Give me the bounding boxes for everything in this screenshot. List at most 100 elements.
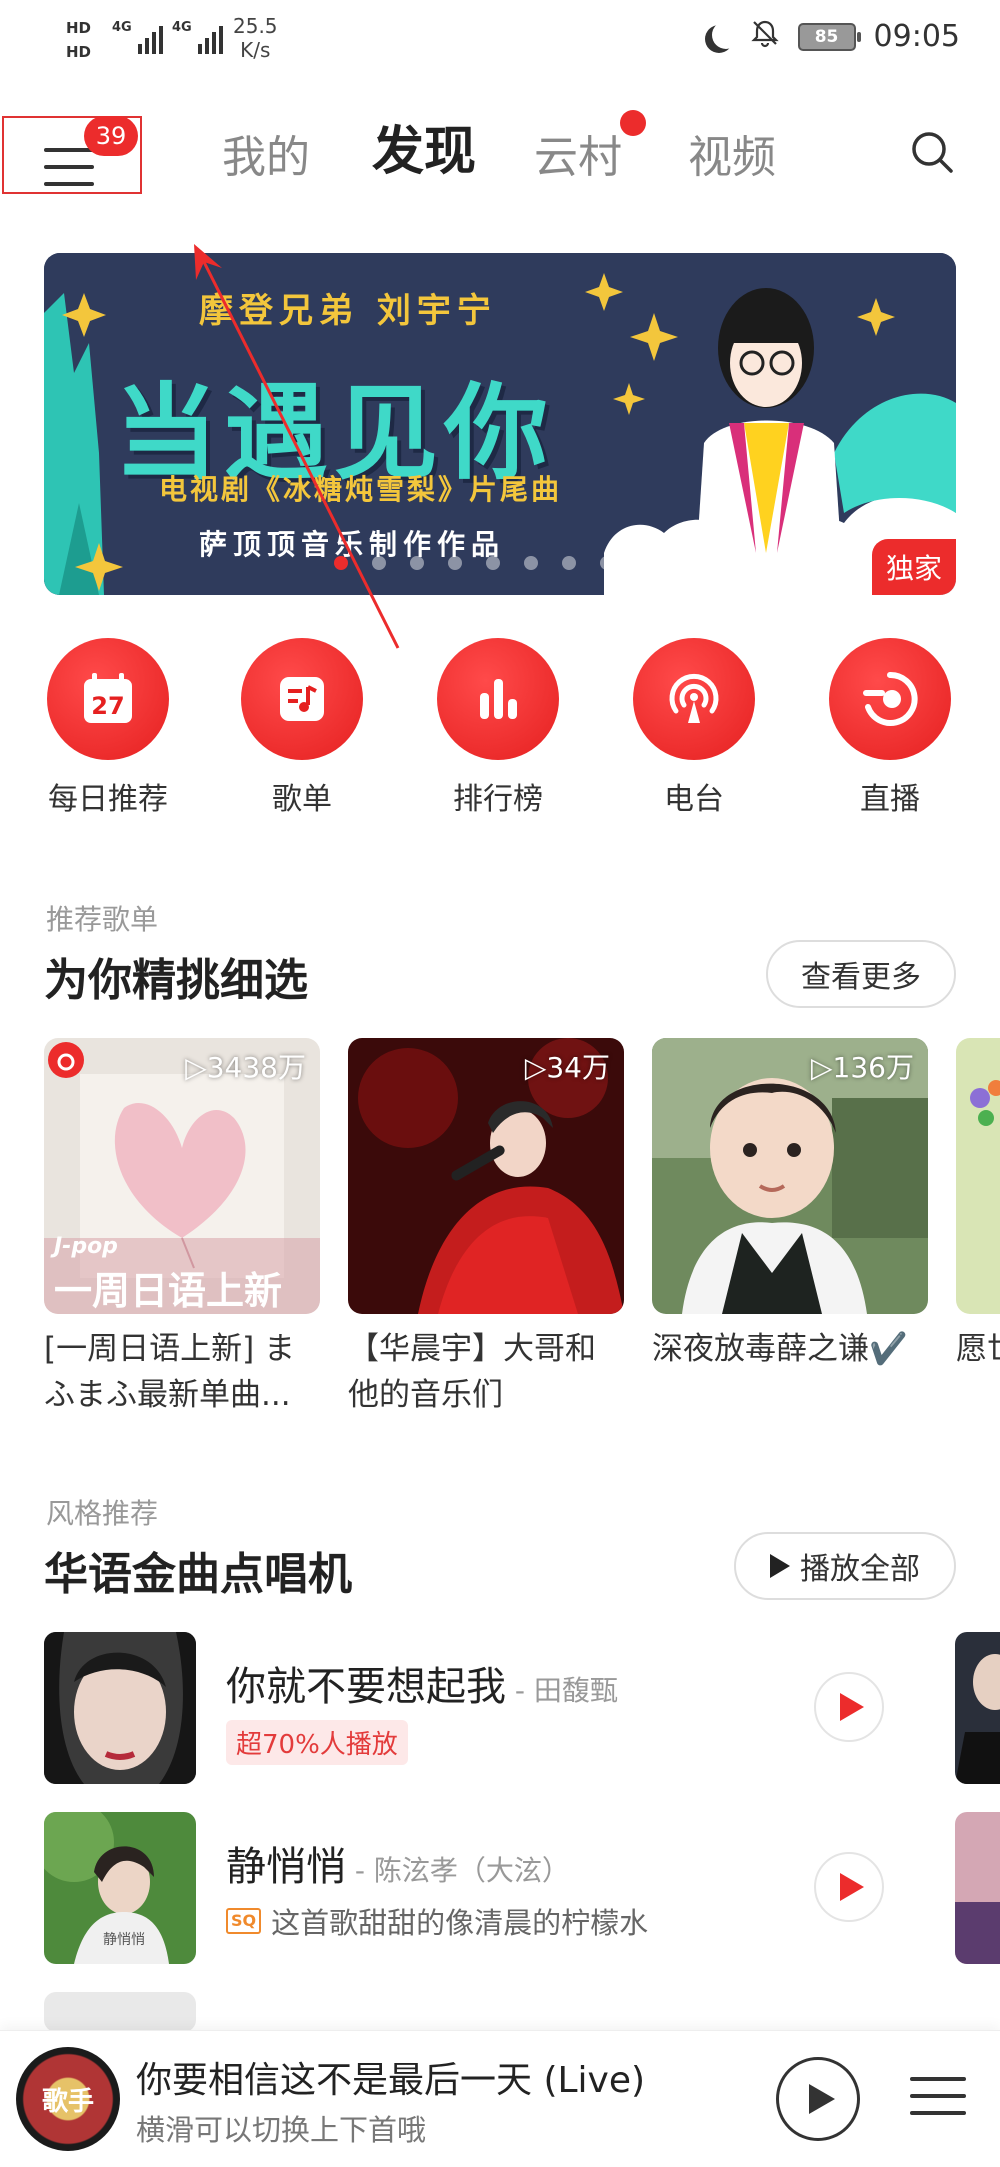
- exclusive-tag: 独家: [871, 539, 956, 595]
- style-small-title: 风格推荐: [46, 1497, 159, 1530]
- chart-bars-icon: [437, 638, 559, 760]
- carousel-dot[interactable]: [600, 556, 614, 570]
- song-row-partial: [44, 1992, 954, 2032]
- playlist-title: 【华晨宇】大哥和他的音乐们: [348, 1331, 596, 1413]
- song-artist: - 田馥甄: [506, 1674, 618, 1707]
- song-name: 你就不要想起我: [226, 1664, 506, 1710]
- carousel-dot[interactable]: [524, 556, 538, 570]
- playlist-title: 深夜放毒薛之谦✔️: [652, 1331, 908, 1367]
- play-icon: [840, 1873, 864, 1901]
- song-play-button[interactable]: [814, 1852, 884, 1922]
- song-play-button[interactable]: [814, 1672, 884, 1742]
- now-playing-hint: 横滑可以切换上下首哦: [136, 2113, 427, 2147]
- hamburger-icon: [44, 148, 94, 199]
- playlist-icon: [241, 638, 363, 760]
- calendar-day: 27: [91, 692, 124, 720]
- player-play-button[interactable]: [776, 2057, 860, 2141]
- network-label-1: 4G: [112, 20, 132, 35]
- menu-button[interactable]: 39: [2, 116, 142, 194]
- network-speed: 25.5 K/s: [233, 14, 278, 62]
- play-all-button[interactable]: 播放全部: [734, 1532, 956, 1600]
- carousel-dot[interactable]: [638, 556, 652, 570]
- tab-mine[interactable]: 我的: [222, 128, 310, 188]
- banner-artist: 摩登兄弟 刘宇宁: [199, 291, 497, 331]
- song-artist: - 陈泫孝（大泫）: [346, 1854, 570, 1887]
- album-disc: 歌手: [16, 2047, 120, 2151]
- calendar-icon: 27: [47, 638, 169, 760]
- song-row[interactable]: 静悄悄 静悄悄 - 陈泫孝（大泫） SQ 这首歌甜甜的像清晨的柠檬水: [44, 1812, 954, 1964]
- next-column-peek: [955, 1812, 1000, 1964]
- quick-label: 歌单: [272, 782, 332, 817]
- cover-caption: 静悄悄: [103, 1932, 145, 1948]
- tab-discover[interactable]: 发现: [372, 122, 476, 182]
- hd-indicator: HD HD: [66, 16, 91, 64]
- tab-village[interactable]: 云村: [534, 128, 622, 188]
- playlist-cover: ▷34万: [348, 1038, 624, 1314]
- song-cover: [44, 1632, 196, 1784]
- cover-title-label: 一周日语上新: [54, 1269, 283, 1313]
- quick-live[interactable]: 直播: [810, 638, 970, 818]
- recommend-small-title: 推荐歌单: [46, 903, 159, 936]
- banner-subtitle: 电视剧《冰糖炖雪梨》片尾曲: [159, 473, 563, 506]
- song-name: 静悄悄: [226, 1844, 346, 1890]
- carousel-dot[interactable]: [410, 556, 424, 570]
- carousel-dot[interactable]: [372, 556, 386, 570]
- signal-icon-2: 4G: [172, 20, 223, 54]
- see-more-button[interactable]: 查看更多: [766, 940, 956, 1008]
- quick-playlist[interactable]: 歌单: [222, 638, 382, 818]
- song-desc-text: 这首歌甜甜的像清晨的柠檬水: [271, 1906, 649, 1940]
- play-icon: [840, 1693, 864, 1721]
- status-right: 85 09:05: [704, 18, 960, 55]
- top-nav: 39 我的 发现 云村 视频: [0, 100, 1000, 210]
- village-red-dot: [620, 110, 646, 136]
- live-icon: [829, 638, 951, 760]
- playlist-title: [一周日语上新] まふまふ最新单曲...: [44, 1331, 296, 1413]
- moon-icon: [712, 21, 740, 49]
- play-all-label: 播放全部: [800, 1552, 920, 1587]
- carousel-dot[interactable]: [448, 556, 462, 570]
- play-count: ▷136万: [811, 1051, 914, 1084]
- playlist-title: 愿世环樹: [956, 1331, 1000, 1367]
- popularity-tag: 超70%人播放: [226, 1720, 408, 1765]
- quick-radio[interactable]: 电台: [614, 638, 774, 818]
- carousel-dot[interactable]: [486, 556, 500, 570]
- song-title: 静悄悄 - 陈泫孝（大泫）: [226, 1834, 570, 1892]
- carousel-dot[interactable]: [334, 556, 348, 570]
- play-count: ▷3438万: [185, 1051, 306, 1084]
- song-title: 你就不要想起我 - 田馥甄: [226, 1654, 618, 1712]
- quick-label: 每日推荐: [48, 782, 168, 817]
- speed-unit: K/s: [240, 38, 271, 62]
- quick-daily-recommend[interactable]: 27 每日推荐: [28, 638, 188, 818]
- carousel-dot[interactable]: [562, 556, 576, 570]
- signal-icon: 4G: [112, 20, 163, 54]
- disc-label: 歌手: [41, 2086, 94, 2117]
- song-row[interactable]: 你就不要想起我 - 田馥甄 超70%人播放: [44, 1632, 954, 1784]
- quick-label: 电台: [664, 782, 724, 817]
- banner-carousel[interactable]: 摩登兄弟 刘宇宁 当遇见你 电视剧《冰糖炖雪梨》片尾曲 萨顶顶音乐制作作品 独家: [44, 253, 956, 595]
- play-icon: [770, 1554, 790, 1578]
- quick-label: 直播: [860, 782, 920, 817]
- song-description: SQ 这首歌甜甜的像清晨的柠檬水: [226, 1900, 648, 1942]
- radio-icon: [633, 638, 755, 760]
- play-icon: [809, 2084, 835, 2114]
- mini-player[interactable]: 歌手 你要相信这不是最后一天 (Live) 横滑可以切换上下首哦: [0, 2030, 1000, 2167]
- playlist-queue-icon[interactable]: [910, 2077, 966, 2128]
- carousel-dots: [334, 556, 652, 570]
- search-icon[interactable]: [910, 130, 954, 174]
- battery-icon: 85: [797, 22, 861, 51]
- bell-muted-icon: [750, 18, 780, 55]
- playlist-card[interactable]: ▷136万 深夜放毒薛之谦✔️: [652, 1038, 928, 1418]
- quick-label: 排行榜: [453, 782, 543, 817]
- playlist-card-peek[interactable]: 愿世环樹: [956, 1038, 1000, 1418]
- tab-video[interactable]: 视频: [688, 128, 776, 188]
- playlist-card[interactable]: ▷34万 【华晨宇】大哥和他的音乐们: [348, 1038, 624, 1418]
- song-cover: 静悄悄: [44, 1812, 196, 1964]
- speed-value: 25.5: [233, 14, 278, 38]
- hd-label-2: HD: [66, 43, 92, 61]
- now-playing-title: 你要相信这不是最后一天 (Live): [136, 2060, 646, 2101]
- next-column-peek: [955, 1632, 1000, 1784]
- network-label-2: 4G: [172, 20, 192, 35]
- playlist-card[interactable]: ▷3438万 J-pop 一周日语上新 [一周日语上新] まふまふ最新单曲...: [44, 1038, 320, 1418]
- quick-charts[interactable]: 排行榜: [418, 638, 578, 818]
- playlist-cover: ▷136万: [652, 1038, 928, 1314]
